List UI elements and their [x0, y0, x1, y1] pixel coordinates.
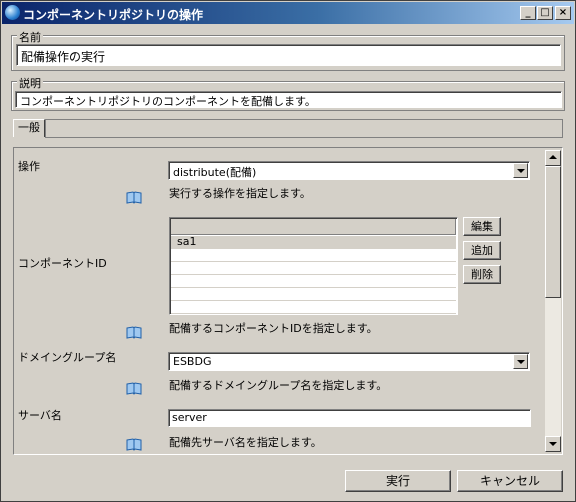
operation-label: 操作 [18, 160, 40, 173]
server-help-text: 配備先サーバ名を指定します。 [169, 436, 322, 449]
help-book-icon[interactable] [126, 326, 142, 339]
domain-group-label: ドメイングループ名 [18, 351, 117, 364]
component-id-label: コンポーネントID [18, 257, 107, 270]
close-button[interactable]: × [555, 6, 571, 20]
chevron-down-icon[interactable] [513, 163, 528, 178]
table-row[interactable]: sa1 [171, 236, 456, 249]
domain-group-help-text: 配備するドメイングループ名を指定します。 [169, 379, 388, 392]
name-field[interactable]: 配備操作の実行 [16, 44, 561, 66]
delete-button[interactable]: 削除 [463, 265, 501, 284]
tab-general[interactable]: 一般 [13, 119, 45, 137]
scroll-down-button[interactable] [545, 436, 561, 452]
help-book-icon[interactable] [126, 382, 142, 395]
table-row[interactable] [171, 249, 456, 262]
cancel-button[interactable]: キャンセル [457, 470, 563, 492]
help-book-icon[interactable] [126, 438, 142, 451]
tab-strip [45, 119, 563, 138]
add-button[interactable]: 追加 [463, 241, 501, 260]
table-row[interactable] [171, 288, 456, 301]
operation-help-text: 実行する操作を指定します。 [169, 187, 311, 200]
table-row[interactable] [171, 275, 456, 288]
description-legend: 説明 [17, 75, 43, 91]
name-legend: 名前 [17, 29, 43, 45]
description-field[interactable]: コンポーネントリポジトリのコンポーネントを配備します。 [15, 91, 562, 108]
title-bar[interactable]: コンポーネントリポジトリの操作 _ □ × [2, 2, 574, 24]
minimize-button[interactable]: _ [520, 6, 536, 20]
component-id-help-text: 配備するコンポーネントIDを指定します。 [169, 322, 378, 335]
execute-button[interactable]: 実行 [345, 470, 451, 492]
table-header [171, 219, 456, 235]
table-row[interactable] [171, 262, 456, 275]
operation-select-value: distribute(配備) [173, 166, 257, 179]
window-title: コンポーネントリポジトリの操作 [23, 8, 204, 22]
server-label: サーバ名 [18, 409, 62, 422]
vertical-scrollbar[interactable] [545, 150, 561, 452]
scroll-thumb[interactable] [545, 166, 561, 298]
settings-panel: 操作 distribute(配備) 実行する操作を指定します。 コンポーネントI… [13, 147, 563, 455]
help-book-icon[interactable] [126, 191, 142, 204]
scroll-up-button[interactable] [545, 150, 561, 166]
chevron-down-icon[interactable] [513, 354, 528, 369]
domain-group-select-value: ESBDG [173, 355, 212, 368]
component-id-table[interactable]: sa1 [169, 217, 458, 315]
app-globe-icon [5, 5, 20, 20]
domain-group-select[interactable]: ESBDG [168, 352, 530, 371]
maximize-button[interactable]: □ [537, 6, 553, 20]
server-input[interactable]: server [168, 409, 531, 427]
edit-button[interactable]: 編集 [463, 217, 501, 236]
dialog-window: コンポーネントリポジトリの操作 _ □ × 名前 配備操作の実行 説明 コンポー… [0, 0, 576, 502]
operation-select[interactable]: distribute(配備) [168, 161, 530, 180]
table-row[interactable] [171, 301, 456, 314]
